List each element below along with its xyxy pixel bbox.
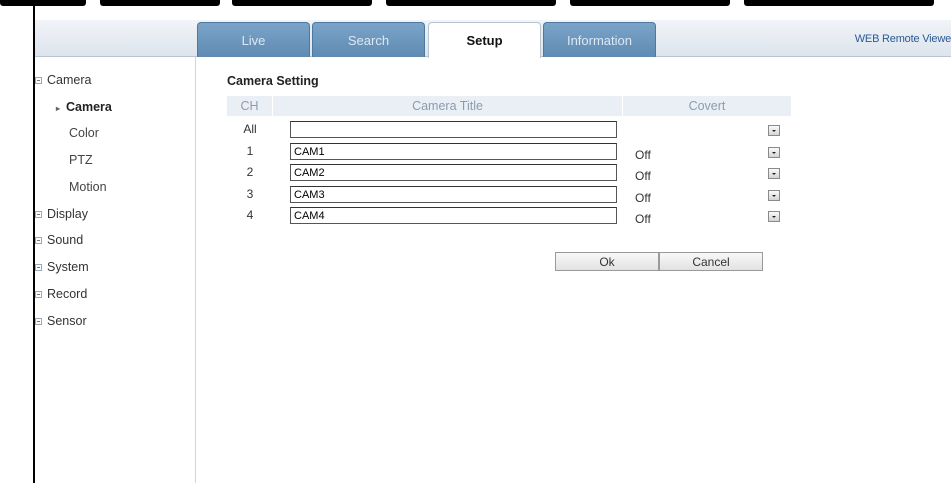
column-header-camera-title: Camera Title xyxy=(273,96,623,116)
sidebar-item-camera[interactable]: Camera xyxy=(35,73,91,87)
collapse-icon xyxy=(35,76,42,84)
sidebar-item-sound[interactable]: Sound xyxy=(35,233,83,247)
channel-label: 1 xyxy=(246,144,254,158)
arrow-right-icon: ▸ xyxy=(56,104,61,113)
camera-title-input-2[interactable] xyxy=(290,164,617,181)
covert-value: Off xyxy=(635,212,651,226)
sidebar-item-sensor[interactable]: Sensor xyxy=(35,314,87,328)
table-row: All xyxy=(227,120,792,140)
sidebar-item-label: Display xyxy=(47,207,88,221)
covert-dropdown-button[interactable] xyxy=(768,168,780,179)
camera-title-input-3[interactable] xyxy=(290,186,617,203)
covert-dropdown-button[interactable] xyxy=(768,147,780,158)
covert-value: Off xyxy=(635,148,651,162)
sidebar-subitem-camera[interactable]: ▸ Camera xyxy=(56,100,112,114)
sidebar-subitem-motion[interactable]: Motion xyxy=(69,180,107,194)
table-row: 2 Off xyxy=(227,163,792,183)
covert-dropdown-button[interactable] xyxy=(768,125,780,136)
channel-label: 4 xyxy=(246,208,254,222)
table-row: 4 Off xyxy=(227,206,792,226)
ok-button[interactable]: Ok xyxy=(555,252,659,271)
channel-label: 2 xyxy=(246,165,254,179)
sidebar-item-label: System xyxy=(47,260,89,274)
covert-dropdown-button[interactable] xyxy=(768,190,780,201)
sidebar-item-display[interactable]: Display xyxy=(35,207,88,221)
column-header-covert: Covert xyxy=(623,96,792,116)
top-cropped-strip xyxy=(0,0,951,10)
camera-title-input-all[interactable] xyxy=(290,121,617,138)
covert-value: Off xyxy=(635,191,651,205)
tab-search[interactable]: Search xyxy=(312,22,425,57)
tab-information[interactable]: Information xyxy=(543,22,656,57)
sidebar-subitem-ptz[interactable]: PTZ xyxy=(69,153,93,167)
table-row: 1 Off xyxy=(227,142,792,162)
top-nav-bar: Live Search Setup Information WEB Remote… xyxy=(35,20,951,58)
expand-icon xyxy=(35,290,42,298)
tab-live[interactable]: Live xyxy=(197,22,310,57)
covert-value: Off xyxy=(635,169,651,183)
sidebar-item-label: Record xyxy=(47,287,88,301)
cancel-button[interactable]: Cancel xyxy=(659,252,763,271)
camera-title-input-4[interactable] xyxy=(290,207,617,224)
expand-icon xyxy=(35,263,42,271)
sidebar-subitem-color[interactable]: Color xyxy=(69,126,99,140)
sidebar-item-label: Sensor xyxy=(47,314,87,328)
sidebar-item-system[interactable]: System xyxy=(35,260,89,274)
covert-dropdown-button[interactable] xyxy=(768,211,780,222)
camera-setting-panel: Camera Setting CH Camera Title Covert Al… xyxy=(197,57,951,483)
expand-icon xyxy=(35,210,42,218)
camera-title-input-1[interactable] xyxy=(290,143,617,160)
channel-label: 3 xyxy=(246,187,254,201)
settings-sidebar: Camera ▸ Camera Color PTZ Motion Display … xyxy=(35,57,196,483)
expand-icon xyxy=(35,317,42,325)
column-header-ch: CH xyxy=(227,96,273,116)
table-row: 3 Off xyxy=(227,185,792,205)
expand-icon xyxy=(35,236,42,244)
page-title: Camera Setting xyxy=(227,74,319,88)
channel-label: All xyxy=(243,122,257,136)
app-title: WEB Remote Viewe xyxy=(854,32,951,45)
sidebar-item-label: Sound xyxy=(47,233,84,247)
sidebar-item-label: Camera xyxy=(47,73,92,87)
sidebar-item-record[interactable]: Record xyxy=(35,287,87,301)
tab-setup[interactable]: Setup xyxy=(428,22,541,58)
